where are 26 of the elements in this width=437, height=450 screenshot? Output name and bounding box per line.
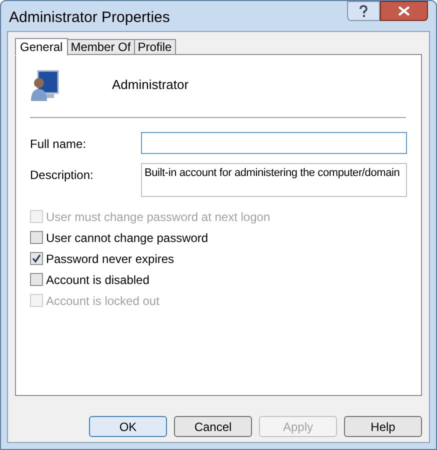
tab[interactable]: Profile [134, 39, 176, 55]
checkbox-label: Account is locked out [46, 292, 160, 310]
checkbox-label: Account is disabled [46, 272, 150, 288]
field-label: Full name: [30, 136, 88, 153]
dialog-button[interactable]: Cancel [174, 416, 252, 437]
dialog-button[interactable]: Help [344, 416, 422, 437]
checkbox-label: Password never expires [46, 250, 174, 268]
checkbox-label: User must change password at next logon [46, 208, 270, 226]
window-title: Administrator Properties [9, 8, 170, 28]
user-computer-icon [30, 68, 60, 102]
close-icon [398, 6, 410, 16]
tab[interactable]: Member Of [68, 39, 135, 55]
checkmark-icon [32, 254, 41, 263]
tab[interactable]: General [15, 38, 68, 56]
checkbox[interactable] [30, 273, 43, 286]
checkbox-label: User cannot change password [46, 230, 208, 246]
dialog-button[interactable]: OK [89, 416, 167, 437]
checkbox[interactable] [30, 252, 43, 265]
full-name-field[interactable] [140, 132, 407, 154]
help-icon [359, 4, 368, 18]
field-label: Description: [30, 167, 94, 184]
account-name: Administrator [112, 76, 189, 94]
checkbox[interactable] [30, 231, 43, 244]
description-field[interactable]: Built-in account for administering the computer/domain [140, 163, 407, 197]
close-button[interactable] [380, 1, 428, 21]
help-button[interactable] [347, 1, 380, 21]
